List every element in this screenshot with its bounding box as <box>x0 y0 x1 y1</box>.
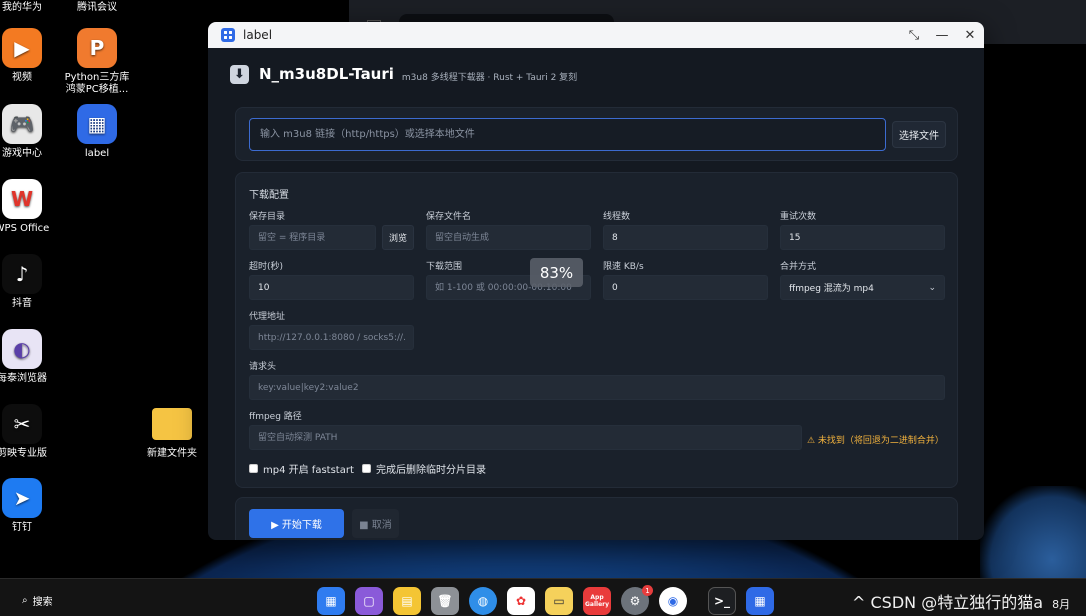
desktop-icon-game-center[interactable]: 🎮 游戏中心 <box>0 104 58 160</box>
label-app-icon: ▦ <box>77 104 117 144</box>
dingtalk-icon: ➤ <box>2 478 42 518</box>
save-dir-input[interactable] <box>249 225 376 250</box>
tray-text: ^ CSDN @特立独行的猫a <box>852 593 1044 612</box>
threads-label: 线程数 <box>603 212 631 222</box>
restore-icon[interactable]: ⤡ <box>900 22 928 48</box>
desktop-icon-capcut[interactable]: ✂ 剪映专业版 <box>0 404 58 460</box>
close-icon[interactable]: ✕ <box>956 22 984 48</box>
zoom-level-badge: 83% <box>530 258 583 287</box>
app-subtitle: m3u8 多线程下载器 · Rust + Tauri 2 复刻 <box>401 72 578 83</box>
taskbar-search[interactable]: ⌕ 搜索 <box>22 593 53 608</box>
system-tray[interactable]: ^ CSDN @特立独行的猫a 8月 <box>852 589 1070 613</box>
merge-select[interactable]: ffmpeg 混流为 mp4 ⌄ <box>780 275 945 300</box>
tray-date: 8月 <box>1052 598 1071 611</box>
browse-button[interactable]: 浏览 <box>382 225 414 250</box>
cleanup-checkbox[interactable]: 完成后删除临时分片目录 <box>362 461 486 476</box>
start-download-button[interactable]: ▶ 开始下载 <box>249 509 344 538</box>
app-window: label ⤡ — ✕ ⬇ N_m3u8DL-Tauri m3u8 多线程下载器… <box>208 22 984 540</box>
taskbar-multitask-icon[interactable]: ▢ <box>355 587 383 615</box>
config-section-title: 下载配置 <box>249 190 289 201</box>
save-name-input[interactable] <box>426 225 591 250</box>
gamepad-icon: 🎮 <box>2 104 42 144</box>
search-icon: ⌕ <box>22 595 28 606</box>
powerpoint-p-icon: P <box>77 28 117 68</box>
taskbar-app-gallery-icon[interactable]: App Gallery <box>583 587 611 615</box>
threads-input[interactable] <box>603 225 768 250</box>
desktop-icon-wps[interactable]: W WPS Office <box>0 179 58 235</box>
taskbar-files-icon[interactable]: ▤ <box>393 587 421 615</box>
app-logo-icon <box>221 28 235 42</box>
desktop-label-tencent-meeting: 腾讯会议 <box>77 2 117 13</box>
titlebar[interactable]: label ⤡ — ✕ <box>208 22 984 48</box>
video-play-icon: ▶ <box>2 28 42 68</box>
app-title: N_m3u8DL-Tauri <box>259 65 394 83</box>
desktop-icon-python-lib[interactable]: P Python三方库 鸿蒙PC移植... <box>60 28 134 96</box>
m3u8-url-input[interactable] <box>249 118 886 151</box>
timeout-input[interactable] <box>249 275 414 300</box>
desktop-label-huawei: 我的华为 <box>2 2 42 13</box>
window-title: label <box>243 28 273 42</box>
desktop-icon-video[interactable]: ▶ 视频 <box>0 28 58 84</box>
source-card: 选择文件 <box>235 107 958 161</box>
merge-label: 合并方式 <box>780 262 817 272</box>
retries-label: 重试次数 <box>780 212 817 222</box>
chevron-down-icon: ⌄ <box>928 282 936 293</box>
tiktok-icon: ♪ <box>2 254 42 294</box>
taskbar-start-icon[interactable]: ▦ <box>317 587 345 615</box>
taskbar-label-app-icon[interactable]: ▦ <box>746 587 774 615</box>
proxy-label: 代理地址 <box>249 312 286 322</box>
save-name-label: 保存文件名 <box>426 212 472 222</box>
rate-limit-input[interactable] <box>603 275 768 300</box>
desktop-icon-dingtalk[interactable]: ➤ 钉钉 <box>0 478 58 534</box>
desktop-icon-douyin[interactable]: ♪ 抖音 <box>0 254 58 310</box>
retries-input[interactable] <box>780 225 945 250</box>
desktop-icon-label[interactable]: ▦ label <box>61 104 133 160</box>
folder-icon <box>152 408 192 440</box>
cancel-button[interactable]: ■ 取消 <box>352 509 399 538</box>
taskbar-wallet-icon[interactable]: ▭ <box>545 587 573 615</box>
taskbar: ⌕ 搜索 ▦ ▢ ▤ 🗑 ◍ ✿ ▭ App Gallery ⚙ 1 ◉ >_ … <box>0 578 1086 616</box>
action-card: ▶ 开始下载 ■ 取消 <box>235 497 958 540</box>
merge-select-value: ffmpeg 混流为 mp4 <box>789 284 874 294</box>
faststart-checkbox[interactable]: mp4 开启 faststart <box>249 461 354 476</box>
desktop-icon-browser[interactable]: ◐ 每泰浏览器 <box>0 329 58 385</box>
cleanup-checkbox-box[interactable] <box>362 464 371 473</box>
minimize-icon[interactable]: — <box>928 22 956 48</box>
rate-limit-label: 限速 KB/s <box>603 262 644 272</box>
ffmpeg-warning: ⚠ 未找到（将回退为二进制合并） <box>807 436 944 446</box>
timeout-label: 超时(秒) <box>249 262 284 272</box>
taskbar-trash-icon[interactable]: 🗑 <box>431 587 459 615</box>
taskbar-terminal-icon[interactable]: >_ <box>708 587 736 615</box>
download-arrow-icon: ⬇ <box>230 64 249 84</box>
range-label: 下载范围 <box>426 262 463 272</box>
ffmpeg-path-input[interactable] <box>249 425 802 450</box>
faststart-checkbox-box[interactable] <box>249 464 258 473</box>
browser-icon: ◐ <box>2 329 42 369</box>
proxy-input[interactable] <box>249 325 414 350</box>
taskbar-photos-icon[interactable]: ✿ <box>507 587 535 615</box>
config-card: 下载配置 保存目录 浏览 保存文件名 线程数 重试次数 超时(秒) 下载范围 限… <box>235 172 958 488</box>
capcut-icon: ✂ <box>2 404 42 444</box>
select-file-button[interactable]: 选择文件 <box>892 121 946 148</box>
ffmpeg-label: ffmpeg 路径 <box>249 412 302 422</box>
wps-icon: W <box>2 179 42 219</box>
taskbar-message-icon[interactable]: ◉ <box>659 587 687 615</box>
taskbar-browser-icon[interactable]: ◍ <box>469 587 497 615</box>
headers-input[interactable] <box>249 375 945 400</box>
desktop-icon-new-folder[interactable]: 新建文件夹 <box>136 404 208 460</box>
app-header: ⬇ N_m3u8DL-Tauri m3u8 多线程下载器 · Rust + Ta… <box>208 48 984 100</box>
notification-badge: 1 <box>642 585 653 596</box>
save-dir-label: 保存目录 <box>249 212 286 222</box>
headers-label: 请求头 <box>249 362 277 372</box>
